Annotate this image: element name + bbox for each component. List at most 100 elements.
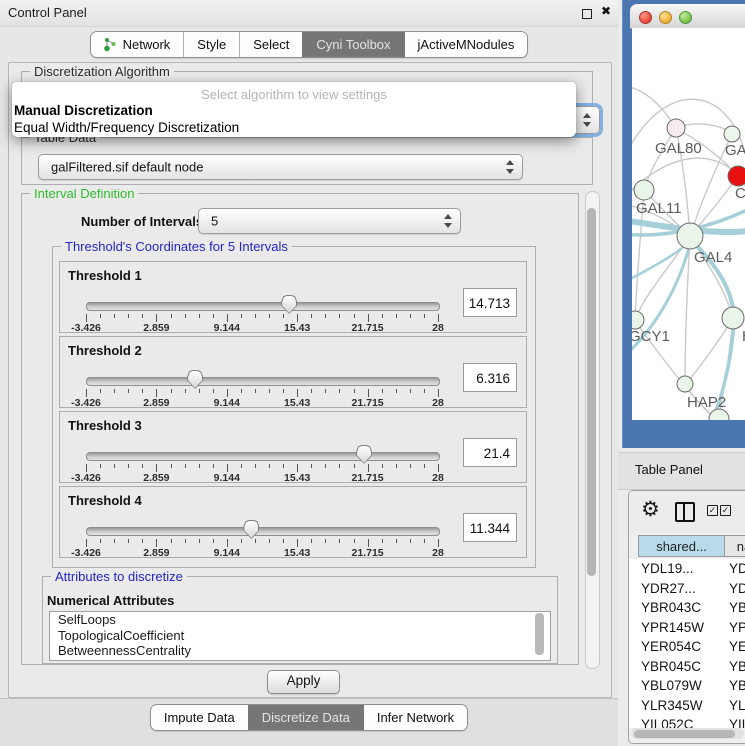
- cell-name[interactable]: YER0: [729, 639, 745, 654]
- attributes-list-scrollbar[interactable]: [535, 613, 544, 655]
- slider-tick: [339, 464, 340, 468]
- slider-tick: [283, 314, 284, 318]
- cell-name[interactable]: YDL1: [729, 561, 745, 576]
- cell-shared-name[interactable]: YLR345W: [641, 698, 703, 713]
- cell-name[interactable]: YIL0: [729, 717, 745, 728]
- cell-shared-name[interactable]: YBR043C: [641, 600, 701, 615]
- threshold-slider-thumb[interactable]: [187, 370, 203, 389]
- table-row[interactable]: YBR045C YBR0: [629, 657, 745, 677]
- cell-name[interactable]: YLR3: [729, 698, 745, 713]
- algorithm-option[interactable]: Equal Width/Frequency Discretization: [12, 119, 576, 136]
- tab-cyni-toolbox[interactable]: Cyni Toolbox: [302, 32, 403, 57]
- cell-name[interactable]: YBR0: [729, 659, 745, 674]
- network-node-gal80[interactable]: [667, 119, 685, 137]
- slider-tick-label: 28: [432, 472, 444, 484]
- cell-shared-name[interactable]: YBL079W: [641, 678, 702, 693]
- panel-vscrollbar-thumb[interactable]: [587, 208, 596, 576]
- table-hscrollbar-thumb[interactable]: [634, 730, 735, 738]
- table-row[interactable]: YIL052C YIL0: [629, 715, 745, 728]
- network-node-h[interactable]: [722, 307, 744, 329]
- network-node-gal4[interactable]: [677, 223, 703, 249]
- threshold-value-field[interactable]: 21.4: [463, 438, 517, 467]
- network-edge[interactable]: [692, 176, 738, 234]
- slider-tick: [410, 314, 411, 318]
- network-node-ga[interactable]: [724, 126, 740, 142]
- settings-gear-icon[interactable]: ⚙: [641, 497, 660, 521]
- slider-tick: [86, 389, 87, 397]
- slider-tick: [241, 539, 242, 543]
- cell-name[interactable]: YBL0: [729, 678, 745, 693]
- network-node-hap2[interactable]: [677, 376, 693, 392]
- apply-button[interactable]: Apply: [267, 670, 340, 694]
- threshold-slider-thumb[interactable]: [243, 520, 259, 539]
- column-header-shared-name[interactable]: shared...: [638, 535, 725, 557]
- table-row[interactable]: YBL079W YBL0: [629, 676, 745, 696]
- slider-tick: [339, 389, 340, 393]
- cell-name[interactable]: YPR1: [729, 620, 745, 635]
- threshold-slider-thumb[interactable]: [281, 295, 297, 314]
- numerical-attributes-list[interactable]: SelfLoopsTopologicalCoefficientBetweenne…: [49, 611, 551, 661]
- tab-select[interactable]: Select: [239, 32, 302, 57]
- threshold-slider-track[interactable]: [86, 377, 440, 386]
- tab-jactivemnodules[interactable]: jActiveMNodules: [404, 32, 528, 57]
- zoom-traffic-light-icon[interactable]: [679, 11, 692, 24]
- column-layout-icon[interactable]: [675, 502, 695, 522]
- float-window-icon[interactable]: [582, 9, 592, 19]
- column-header-name[interactable]: na: [724, 535, 745, 557]
- close-traffic-light-icon[interactable]: [639, 11, 652, 24]
- algorithm-popup-hint: Select algorithm to view settings: [12, 82, 576, 102]
- minimize-traffic-light-icon[interactable]: [659, 11, 672, 24]
- tab-impute-data[interactable]: Impute Data: [151, 705, 248, 730]
- threshold-panel: Threshold 4-3.4262.8599.14415.4321.71528…: [59, 486, 527, 558]
- cell-shared-name[interactable]: YPR145W: [641, 620, 704, 635]
- threshold-value-field[interactable]: 14.713: [463, 288, 517, 317]
- network-node-label: GAL11: [636, 200, 682, 217]
- cell-shared-name[interactable]: YER054C: [641, 639, 701, 654]
- slider-tick: [368, 539, 369, 547]
- number-of-intervals-value: 5: [211, 214, 218, 229]
- cell-shared-name[interactable]: YIL052C: [641, 717, 694, 728]
- cell-shared-name[interactable]: YBR045C: [641, 659, 701, 674]
- attribute-list-item[interactable]: SelfLoops: [50, 612, 550, 628]
- threshold-slider-thumb[interactable]: [356, 445, 372, 464]
- slider-tick-label: 2.859: [143, 472, 169, 484]
- table-row[interactable]: YPR145W YPR1: [629, 618, 745, 638]
- cell-name[interactable]: YDR2: [729, 581, 745, 596]
- table-row[interactable]: YLR345W YLR3: [629, 696, 745, 716]
- close-icon[interactable]: ✖: [601, 4, 611, 18]
- table-row[interactable]: YBR043C YBR0: [629, 598, 745, 618]
- threshold-slider-track[interactable]: [86, 452, 440, 461]
- attribute-list-item[interactable]: TopologicalCoefficient: [50, 628, 550, 644]
- threshold-value-field[interactable]: 11.344: [463, 513, 517, 542]
- table-data-combo[interactable]: galFiltered.sif default node: [38, 154, 523, 180]
- slider-tick: [199, 464, 200, 468]
- tab-infer-network[interactable]: Infer Network: [363, 705, 467, 730]
- table-row[interactable]: YDL19... YDL1: [629, 559, 745, 579]
- cell-name[interactable]: YBR0: [729, 600, 745, 615]
- checkbox-icon[interactable]: ✓: [707, 505, 718, 516]
- threshold-slider-track[interactable]: [86, 527, 440, 536]
- threshold-slider-track[interactable]: [86, 302, 440, 311]
- slider-tick: [325, 464, 326, 468]
- table-row[interactable]: YER054C YER0: [629, 637, 745, 657]
- checkbox-icon[interactable]: ✓: [720, 505, 731, 516]
- slider-tick: [213, 389, 214, 393]
- top-tabbar: NetworkStyleSelectCyni ToolboxjActiveMNo…: [90, 31, 529, 58]
- control-panel-tabstrip: NetworkStyleSelectCyni ToolboxjActiveMNo…: [0, 31, 618, 58]
- cell-shared-name[interactable]: YDR27...: [641, 581, 696, 596]
- network-node-gal11[interactable]: [634, 180, 654, 200]
- number-of-intervals-combo[interactable]: 5: [198, 208, 461, 234]
- network-node-c[interactable]: [728, 166, 745, 186]
- cell-shared-name[interactable]: YDL19...: [641, 561, 694, 576]
- algorithm-option[interactable]: Manual Discretization: [12, 102, 576, 119]
- tab-style[interactable]: Style: [183, 32, 239, 57]
- threshold-value-field[interactable]: 6.316: [463, 363, 517, 392]
- tab-discretize-data[interactable]: Discretize Data: [248, 705, 363, 730]
- attribute-list-item[interactable]: BetweennessCentrality: [50, 643, 550, 659]
- network-canvas[interactable]: GAL80GACGAL11GAL4GCY1HHAP2: [632, 28, 745, 420]
- network-node-gcy1[interactable]: [632, 311, 644, 329]
- tab-network[interactable]: Network: [91, 32, 184, 57]
- slider-tick: [311, 539, 312, 543]
- threshold-panel: Threshold 1-3.4262.8599.14415.4321.71528…: [59, 261, 527, 333]
- table-row[interactable]: YDR27... YDR2: [629, 579, 745, 599]
